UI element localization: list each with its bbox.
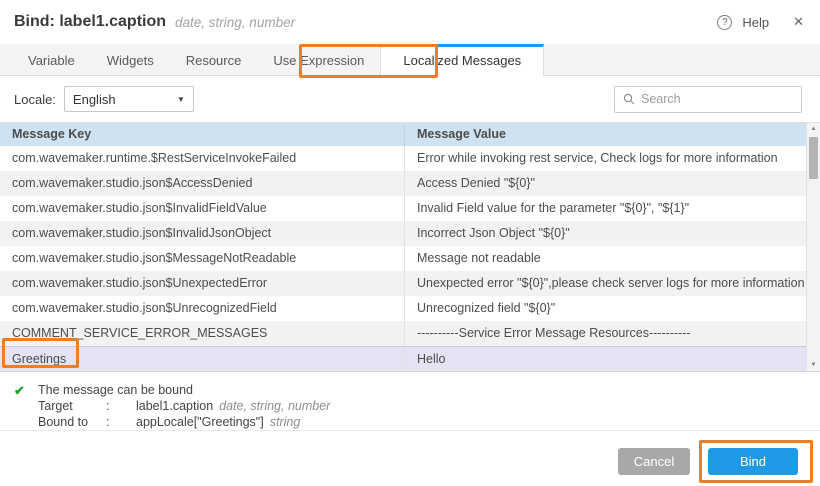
bound-to-colon: : [106, 415, 136, 431]
scrollbar-thumb[interactable] [809, 137, 818, 179]
chevron-down-icon: ▼ [177, 95, 185, 104]
bound-to-label: Bound to [38, 415, 106, 431]
message-key-cell[interactable]: COMMENT_SERVICE_ERROR_MESSAGES [0, 321, 405, 346]
column-header-message-value[interactable]: Message Value [405, 123, 806, 146]
dialog-subtitle-types: date, string, number [175, 15, 295, 30]
status-message: The message can be bound [38, 383, 820, 399]
message-key-cell[interactable]: com.wavemaker.runtime.$RestServiceInvoke… [0, 146, 405, 171]
message-value-cell[interactable]: Incorrect Json Object "${0}" [405, 221, 806, 246]
message-value-cell[interactable]: Message not readable [405, 246, 806, 271]
table-row[interactable]: com.wavemaker.studio.json$InvalidJsonObj… [0, 221, 806, 246]
table-row[interactable]: COMMENT_SERVICE_ERROR_MESSAGES----------… [0, 321, 806, 346]
table-row[interactable]: com.wavemaker.studio.json$AccessDeniedAc… [0, 171, 806, 196]
target-label: Target [38, 399, 106, 415]
message-key-cell[interactable]: com.wavemaker.studio.json$InvalidJsonObj… [0, 221, 405, 246]
message-value-cell[interactable]: Unexpected error "${0}",please check ser… [405, 271, 806, 296]
message-key-cell[interactable]: com.wavemaker.studio.json$UnexpectedErro… [0, 271, 405, 296]
message-key-cell[interactable]: com.wavemaker.studio.json$InvalidFieldVa… [0, 196, 405, 221]
close-icon[interactable]: ✕ [793, 14, 804, 30]
message-key-cell[interactable]: com.wavemaker.studio.json$AccessDenied [0, 171, 405, 196]
bind-button[interactable]: Bind [708, 448, 798, 475]
help-icon[interactable]: ? [717, 15, 732, 30]
locale-selected-value: English [73, 92, 116, 107]
message-key-cell[interactable]: com.wavemaker.studio.json$MessageNotRead… [0, 246, 405, 271]
message-value-cell[interactable]: Hello [405, 347, 806, 371]
bound-to-value: appLocale["Greetings"]string [136, 415, 820, 431]
target-value: label1.captiondate, string, number [136, 399, 820, 415]
vertical-scrollbar[interactable]: ▲ ▼ [806, 123, 820, 371]
bind-status: ✔ The message can be bound Target : labe… [0, 372, 820, 431]
table-row[interactable]: com.wavemaker.studio.json$InvalidFieldVa… [0, 196, 806, 221]
table-row[interactable]: com.wavemaker.studio.json$MessageNotRead… [0, 246, 806, 271]
bound-type-hint: string [270, 415, 301, 429]
message-value-cell[interactable]: Access Denied "${0}" [405, 171, 806, 196]
message-value-cell[interactable]: Unrecognized field "${0}" [405, 296, 806, 321]
message-value-cell[interactable]: ----------Service Error Message Resource… [405, 321, 806, 346]
table-header: Message Key Message Value [0, 123, 806, 146]
target-colon: : [106, 399, 136, 415]
table-row[interactable]: com.wavemaker.studio.json$UnexpectedErro… [0, 271, 806, 296]
table-body: com.wavemaker.runtime.$RestServiceInvoke… [0, 146, 806, 371]
dialog-footer: Cancel Bind [0, 430, 820, 486]
search-box[interactable] [614, 86, 802, 113]
bind-dialog: Bind: label1.caption date, string, numbe… [0, 0, 820, 486]
tab-localized-messages[interactable]: Localized Messages [380, 44, 544, 76]
tab-bar: Variable Widgets Resource Use Expression… [0, 44, 820, 76]
table-row[interactable]: com.wavemaker.runtime.$RestServiceInvoke… [0, 146, 806, 171]
message-key-cell[interactable]: com.wavemaker.studio.json$UnrecognizedFi… [0, 296, 405, 321]
locale-toolbar: Locale: English ▼ [0, 76, 820, 122]
table-row-selected[interactable]: GreetingsHello [0, 346, 806, 371]
column-header-message-key[interactable]: Message Key [0, 123, 405, 146]
scroll-down-icon[interactable]: ▼ [807, 362, 820, 368]
message-value-cell[interactable]: Invalid Field value for the parameter "$… [405, 196, 806, 221]
tab-resource[interactable]: Resource [170, 46, 258, 75]
dialog-header: Bind: label1.caption date, string, numbe… [0, 0, 820, 44]
target-types-hint: date, string, number [219, 399, 330, 413]
help-link[interactable]: Help [742, 15, 769, 30]
message-value-cell[interactable]: Error while invoking rest service, Check… [405, 146, 806, 171]
search-input[interactable] [641, 92, 793, 106]
messages-table: Message Key Message Value com.wavemaker.… [0, 122, 820, 372]
tab-use-expression[interactable]: Use Expression [257, 46, 380, 75]
table-row[interactable]: com.wavemaker.studio.json$UnrecognizedFi… [0, 296, 806, 321]
locale-select[interactable]: English ▼ [64, 86, 194, 112]
message-key-cell[interactable]: Greetings [0, 347, 405, 371]
cancel-button[interactable]: Cancel [618, 448, 690, 475]
tab-widgets[interactable]: Widgets [91, 46, 170, 75]
tab-variable[interactable]: Variable [12, 46, 91, 75]
search-icon [623, 93, 635, 105]
scroll-up-icon[interactable]: ▲ [807, 126, 820, 132]
dialog-title: Bind: label1.caption [14, 13, 166, 31]
locale-label: Locale: [14, 92, 56, 107]
check-icon: ✔ [14, 383, 38, 399]
